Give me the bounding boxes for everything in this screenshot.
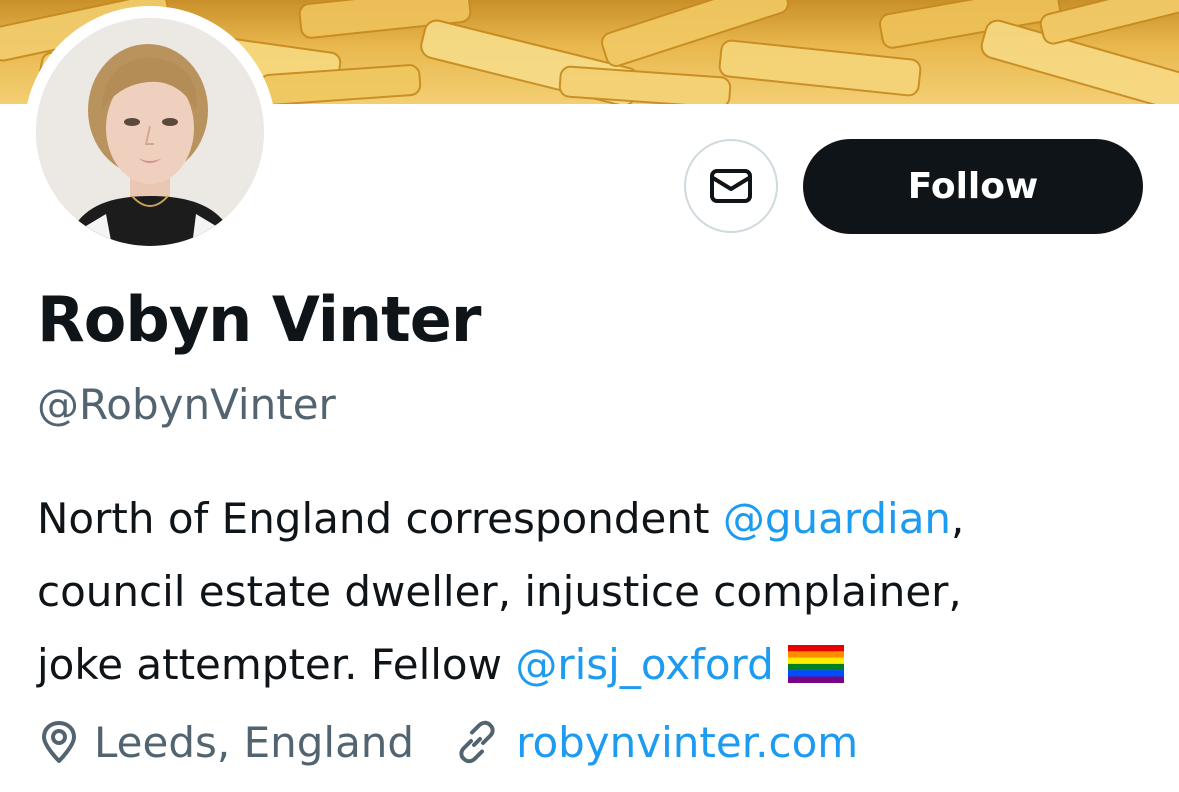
follow-button-label: Follow <box>907 166 1039 207</box>
website-link[interactable]: robynvinter.com <box>516 718 858 767</box>
bio-line-2: council estate dweller, injustice compla… <box>37 567 962 616</box>
mention-risj-oxford-link[interactable]: @risj_oxford <box>515 640 773 689</box>
location-text: Leeds, England <box>94 717 415 767</box>
rainbow-flag-icon <box>787 632 844 705</box>
bio-text: joke attempter. Fellow <box>37 640 516 689</box>
profile-name: Robyn Vinter <box>37 283 481 356</box>
message-button[interactable] <box>684 139 778 233</box>
bio-text: North of England correspondent <box>37 494 723 543</box>
location-pin-icon <box>42 721 76 763</box>
link-icon <box>459 720 495 764</box>
bio-line-3: joke attempter. Fellow @risj_oxford <box>37 628 1147 705</box>
location-item: Leeds, England <box>40 718 414 767</box>
bio-line-1: North of England correspondent @guardian… <box>37 482 1147 555</box>
bio-text: , <box>951 494 965 543</box>
website-item[interactable]: robynvinter.com <box>454 718 858 767</box>
profile-handle: @RobynVinter <box>37 380 336 429</box>
profile-meta: Leeds, England robynvinter.com <box>40 712 858 772</box>
profile-bio: North of England correspondent @guardian… <box>37 482 1147 705</box>
follow-button[interactable]: Follow <box>803 139 1143 234</box>
mention-guardian-link[interactable]: @guardian <box>723 494 951 543</box>
profile-photo <box>36 18 264 246</box>
avatar[interactable] <box>36 18 264 246</box>
envelope-icon <box>710 169 752 203</box>
